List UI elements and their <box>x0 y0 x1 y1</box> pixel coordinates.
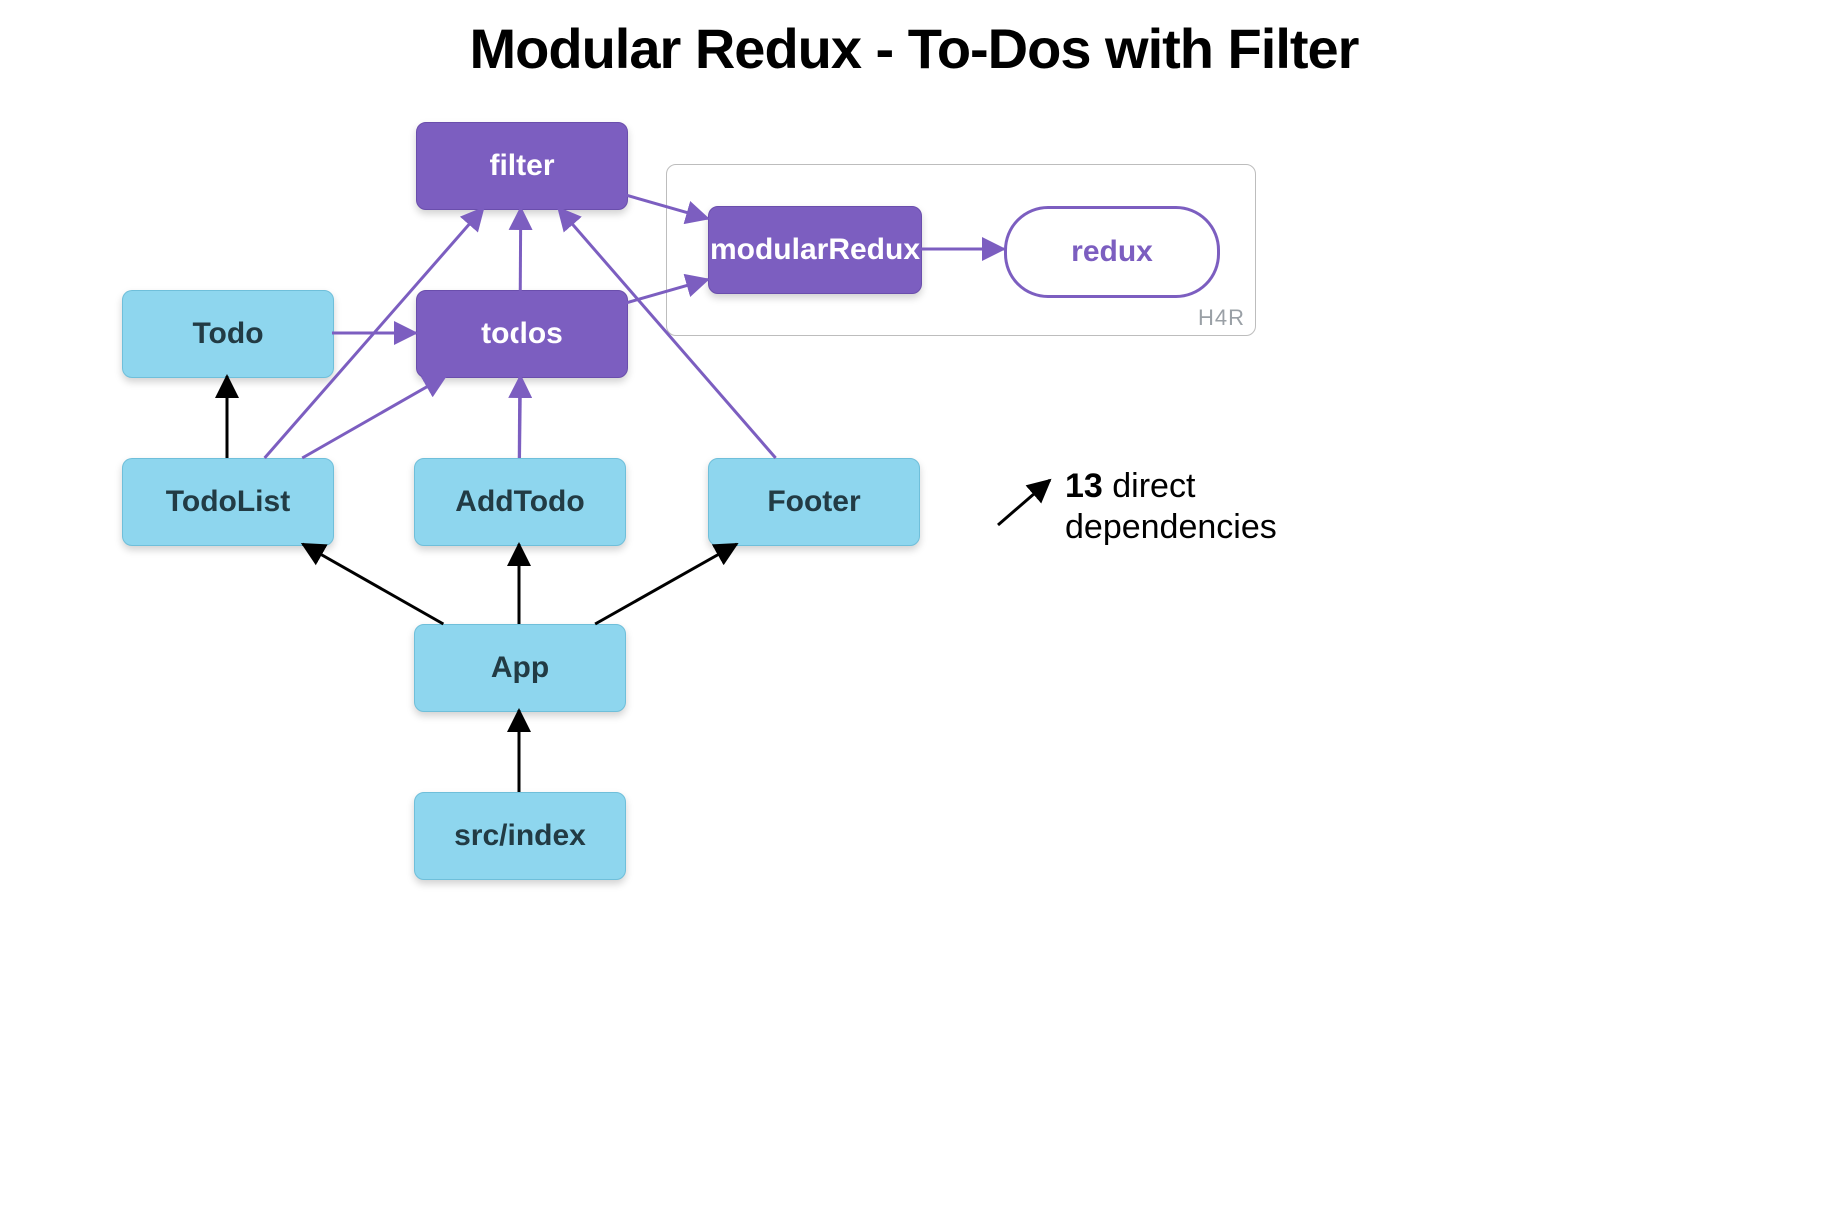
edge-app-to-todoList <box>303 544 444 624</box>
node-redux: redux <box>1004 206 1220 298</box>
node-footer-label: Footer <box>767 485 860 519</box>
node-todolist: TodoList <box>122 458 334 546</box>
node-filter: filter <box>416 122 628 210</box>
node-todolist-label: TodoList <box>166 485 290 519</box>
node-src-index-label: src/index <box>454 819 586 853</box>
group-h4r-label: H4R <box>1198 305 1245 331</box>
node-todos-label: todos <box>481 317 563 351</box>
edge-addTodo-to-todos <box>520 376 521 458</box>
diagram-stage: Modular Redux - To-Dos with Filter H4R f… <box>0 0 1828 1228</box>
edge-todoList-to-todos <box>302 376 446 458</box>
callout-arrow <box>998 480 1050 525</box>
dependencies-count: 13 <box>1065 467 1103 505</box>
edge-app-to-footer <box>595 544 737 624</box>
dependencies-text-2: dependencies <box>1065 508 1277 546</box>
node-todo: Todo <box>122 290 334 378</box>
node-modular-redux-label: modularRedux <box>710 233 920 267</box>
node-modular-redux: modularRedux <box>708 206 922 294</box>
dependencies-callout: 13 direct dependencies <box>1065 466 1277 548</box>
node-filter-label: filter <box>489 149 554 183</box>
node-addtodo: AddTodo <box>414 458 626 546</box>
node-app: App <box>414 624 626 712</box>
dependencies-text-1: direct <box>1103 467 1196 505</box>
node-todos: todos <box>416 290 628 378</box>
node-src-index: src/index <box>414 792 626 880</box>
diagram-title: Modular Redux - To-Dos with Filter <box>0 10 1828 81</box>
node-app-label: App <box>491 651 549 685</box>
node-redux-label: redux <box>1071 235 1153 269</box>
node-todo-label: Todo <box>192 317 263 351</box>
node-footer: Footer <box>708 458 920 546</box>
node-addtodo-label: AddTodo <box>455 485 584 519</box>
